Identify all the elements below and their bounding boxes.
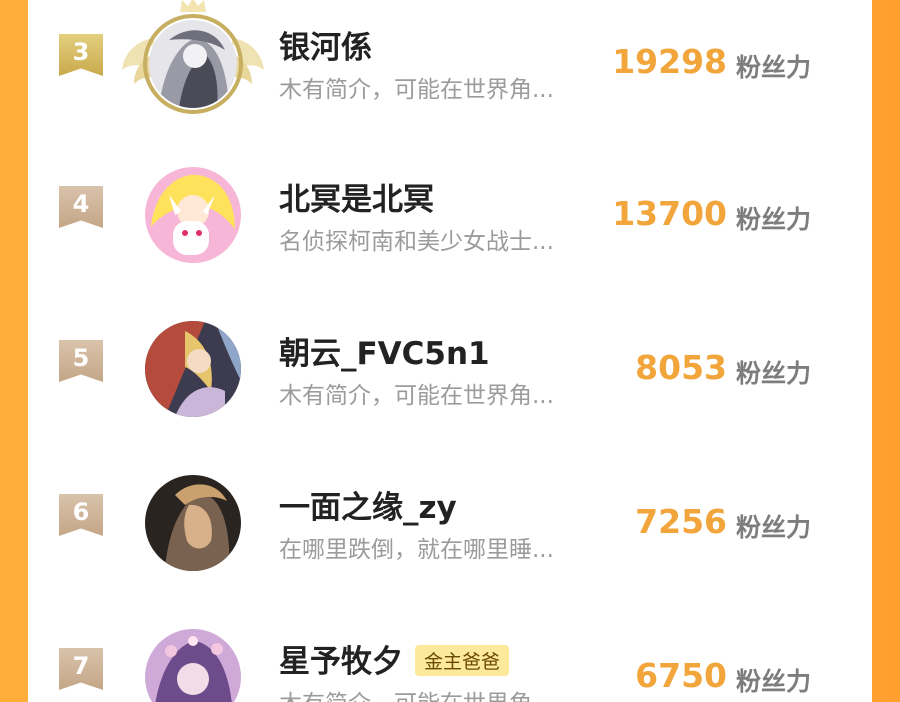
fan-score: 7256	[635, 502, 727, 541]
fan-score-label: 粉丝力	[736, 205, 812, 234]
fan-score: 13700	[612, 194, 727, 233]
user-name[interactable]: 朝云_FVC5n1	[279, 328, 490, 373]
user-name[interactable]: 一面之缘_zy	[279, 482, 457, 527]
fan-score-label: 粉丝力	[736, 53, 812, 82]
fan-leaderboard-panel: 3 银河係 木有简介，可能在世界角... 19298 粉丝力 4 北冥是北冥 名…	[28, 0, 872, 702]
fan-score-label: 粉丝力	[736, 513, 812, 542]
rank-ribbon-badge: 7	[59, 648, 103, 690]
leaderboard-row[interactable]: 6 一面之缘_zy 在哪里跌倒，就在哪里睡... 7256 粉丝力	[28, 460, 872, 571]
leaderboard-row[interactable]: 7 星予牧夕金主爸爸 木有简介，可能在世界角... 6750 粉丝力	[28, 614, 872, 702]
leaderboard-row[interactable]: 5 朝云_FVC5n1 木有简介，可能在世界角... 8053 粉丝力	[28, 306, 872, 417]
user-avatar[interactable]	[145, 475, 241, 571]
user-avatar[interactable]	[145, 167, 241, 263]
user-bio: 木有简介，可能在世界角...	[279, 383, 554, 409]
rank-ribbon-badge: 5	[59, 340, 103, 382]
fan-score: 19298	[612, 42, 727, 81]
user-name[interactable]: 星予牧夕 金主爸爸	[279, 636, 510, 681]
user-avatar[interactable]	[145, 629, 241, 702]
fan-score: 6750	[635, 656, 727, 695]
rank-ribbon-badge: 6	[59, 494, 103, 536]
crown-icon	[180, 0, 206, 12]
fan-score-label: 粉丝力	[736, 667, 812, 696]
patron-badge: 金主爸爸	[415, 645, 510, 676]
fan-score: 8053	[635, 348, 727, 387]
user-bio: 在哪里跌倒，就在哪里睡...	[279, 537, 554, 563]
user-name[interactable]: 银河係	[279, 22, 372, 67]
user-bio: 名侦探柯南和美少女战士...	[279, 229, 554, 255]
rank-ribbon-badge: 4	[59, 186, 103, 228]
fan-score-label: 粉丝力	[736, 359, 812, 388]
leaderboard-row[interactable]: 4 北冥是北冥 名侦探柯南和美少女战士... 13700 粉丝力	[28, 152, 872, 263]
user-name[interactable]: 北冥是北冥	[279, 174, 434, 219]
user-bio: 木有简介，可能在世界角...	[279, 684, 554, 702]
avatar-frame-ring	[143, 14, 243, 114]
user-bio: 木有简介，可能在世界角...	[279, 77, 554, 103]
user-avatar[interactable]	[145, 321, 241, 417]
rank-ribbon-badge: 3	[59, 34, 103, 76]
leaderboard-row[interactable]: 3 银河係 木有简介，可能在世界角... 19298 粉丝力	[28, 0, 872, 114]
